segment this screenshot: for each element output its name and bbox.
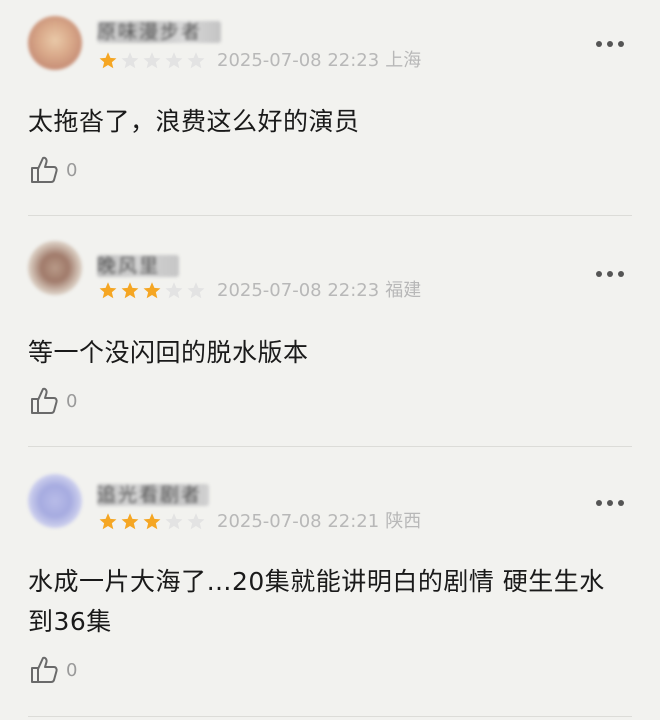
avatar[interactable] xyxy=(28,16,82,70)
comment-text: 太拖沓了，浪费这么好的演员 xyxy=(28,107,360,136)
comment-text: 等一个没闪回的脱水版本 xyxy=(28,338,309,367)
comment-item: 原味漫步者 2025-07-08 22:23 上海 太拖沓了，浪费这么好的演员 0 xyxy=(0,0,660,216)
thumbs-up-icon xyxy=(31,387,58,414)
rating-stars xyxy=(97,511,207,533)
more-options-icon[interactable] xyxy=(596,498,624,508)
star-empty-icon xyxy=(187,52,205,69)
username[interactable]: 晚风里 xyxy=(97,255,179,277)
comment-text: 水成一片大海了…20集就能讲明白的剧情 硬生生水到36集 xyxy=(28,567,605,636)
more-options-icon[interactable] xyxy=(596,39,624,49)
location: 上海 xyxy=(385,50,422,71)
rating-stars xyxy=(97,280,207,302)
timestamp: 2025-07-08 22:21 xyxy=(217,511,380,532)
star-empty-icon xyxy=(165,52,183,69)
divider xyxy=(28,716,632,717)
comment-item: 追光看剧者 2025-07-08 22:21 陕西 水成一片大海了…20集就能讲明… xyxy=(0,446,660,720)
star-filled-icon xyxy=(99,513,117,530)
timestamp: 2025-07-08 22:23 xyxy=(217,50,380,71)
avatar[interactable] xyxy=(28,474,82,528)
star-filled-icon xyxy=(143,513,161,530)
star-filled-icon xyxy=(143,282,161,299)
rating-stars xyxy=(97,50,207,72)
star-filled-icon xyxy=(121,282,139,299)
more-options-icon[interactable] xyxy=(596,269,624,279)
comment-feed: 原味漫步者 2025-07-08 22:23 上海 太拖沓了，浪费这么好的演员 0… xyxy=(0,0,660,720)
like-count: 0 xyxy=(66,159,78,181)
comment-meta: 2025-07-08 22:21 陕西 xyxy=(217,511,421,533)
thumbs-up-icon xyxy=(31,656,58,683)
star-empty-icon xyxy=(165,513,183,530)
like-count: 0 xyxy=(66,390,78,412)
comment-item: 晚风里 2025-07-08 22:23 福建 等一个没闪回的脱水版本 0 xyxy=(0,216,660,447)
location: 福建 xyxy=(385,280,422,301)
star-empty-icon xyxy=(187,513,205,530)
username[interactable]: 追光看剧者 xyxy=(97,484,209,506)
star-filled-icon xyxy=(99,52,117,69)
like-button[interactable]: 0 xyxy=(28,385,77,417)
star-empty-icon xyxy=(187,282,205,299)
username[interactable]: 原味漫步者 xyxy=(97,21,221,43)
timestamp: 2025-07-08 22:23 xyxy=(217,280,380,301)
star-filled-icon xyxy=(121,513,139,530)
star-empty-icon xyxy=(165,282,183,299)
like-button[interactable]: 0 xyxy=(28,154,77,186)
comment-meta: 2025-07-08 22:23 上海 xyxy=(217,50,421,72)
location: 陕西 xyxy=(385,511,422,532)
star-filled-icon xyxy=(99,282,117,299)
like-count: 0 xyxy=(66,659,78,681)
avatar[interactable] xyxy=(28,241,82,295)
like-button[interactable]: 0 xyxy=(28,654,77,686)
star-empty-icon xyxy=(121,52,139,69)
comment-meta: 2025-07-08 22:23 福建 xyxy=(217,280,421,302)
thumbs-up-icon xyxy=(31,156,58,183)
star-empty-icon xyxy=(143,52,161,69)
